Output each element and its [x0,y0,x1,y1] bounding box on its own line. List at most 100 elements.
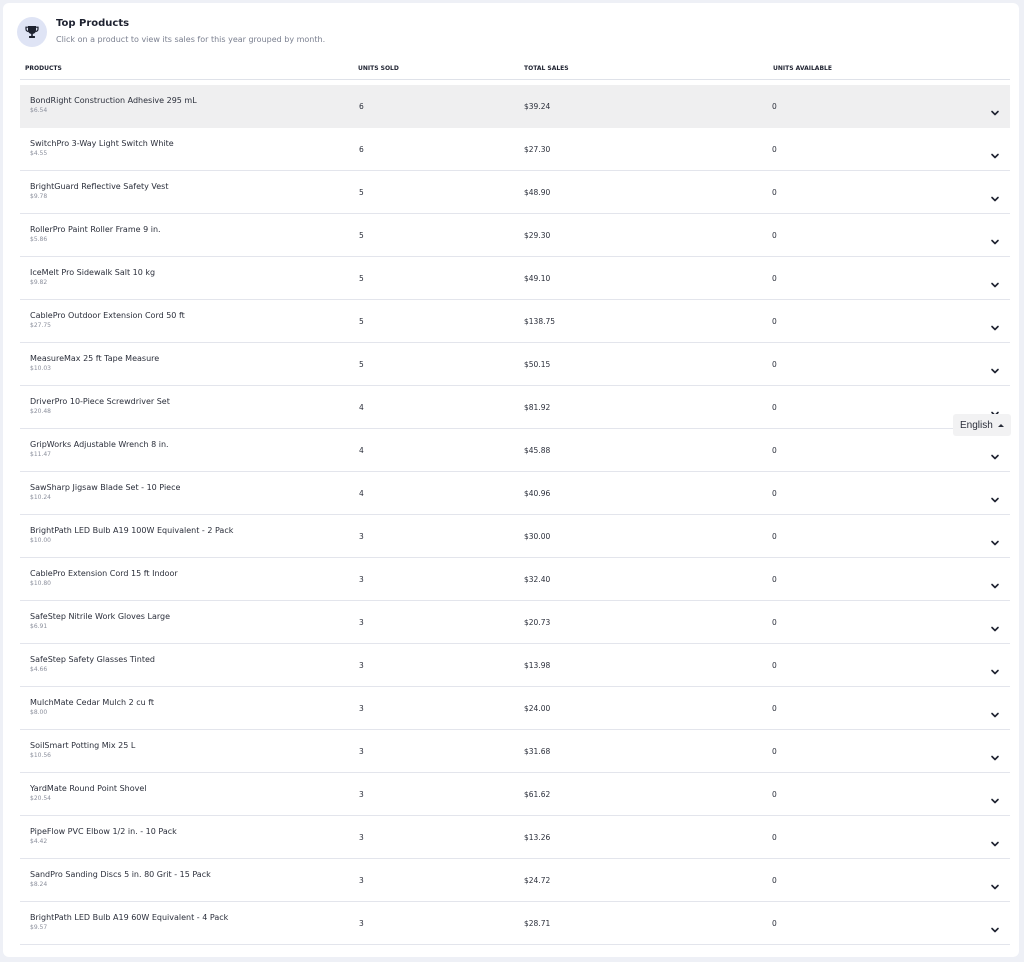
product-name: DriverPro 10-Piece Screwdriver Set [30,397,170,406]
units-sold-value: 6 [359,102,364,111]
chevron-down-icon[interactable] [990,661,1000,675]
table-row[interactable]: GripWorks Adjustable Wrench 8 in. $11.47 4… [20,429,1010,472]
total-sales-value: $24.00 [524,704,551,713]
units-available-value: 0 [772,489,777,498]
chevron-down-icon[interactable] [990,704,1000,718]
product-price: $8.24 [30,881,48,888]
table-row[interactable]: DriverPro 10-Piece Screwdriver Set $20.48… [20,386,1010,429]
table-row[interactable]: SandPro Sanding Discs 5 in. 80 Grit - 15… [20,859,1010,902]
page-subtitle: Click on a product to view its sales for… [56,35,326,44]
chevron-down-icon[interactable] [990,833,1000,847]
table-row[interactable]: CablePro Extension Cord 15 ft Indoor $10.… [20,558,1010,601]
total-sales-value: $13.98 [524,661,551,670]
total-sales-value: $39.24 [524,102,551,111]
total-sales-value: $48.90 [524,188,551,197]
table-header: PRODUCTS UNITS SOLD TOTAL SALES UNITS AV… [20,62,1010,80]
product-name: BondRight Construction Adhesive 295 mL [30,96,197,105]
table-row[interactable]: YardMate Round Point Shovel $20.54 3 $61.62… [20,773,1010,816]
units-sold-value: 4 [359,446,364,455]
product-price: $27.75 [30,322,51,329]
column-header-units-sold: UNITS SOLD [358,65,399,72]
chevron-down-icon[interactable] [990,575,1000,589]
chevron-down-icon[interactable] [990,747,1000,761]
units-available-value: 0 [772,274,777,283]
chevron-down-icon[interactable] [990,446,1000,460]
chevron-down-icon[interactable] [990,876,1000,890]
chevron-down-icon[interactable] [990,188,1000,202]
product-name: BrightPath LED Bulb A19 60W Equivalent -… [30,913,229,922]
table-row[interactable]: IceMelt Pro Sidewalk Salt 10 kg $9.82 5 $49… [20,257,1010,300]
product-name: SandPro Sanding Discs 5 in. 80 Grit - 15… [30,870,211,879]
chevron-down-icon[interactable] [990,790,1000,804]
table-row[interactable]: BrightPath LED Bulb A19 100W Equivalent … [20,515,1010,558]
total-sales-value: $50.15 [524,360,551,369]
column-header-total-sales: TOTAL SALES [524,65,569,72]
product-name: GripWorks Adjustable Wrench 8 in. [30,440,169,449]
caret-up-icon [997,423,1004,427]
chevron-down-icon[interactable] [990,102,1000,116]
chevron-down-icon[interactable] [990,145,1000,159]
units-sold-value: 5 [359,231,364,240]
table-row[interactable]: SoilSmart Potting Mix 25 L $10.56 3 $31.68 0 [20,730,1010,773]
table-row[interactable]: BondRight Construction Adhesive 295 mL $6… [20,85,1010,128]
table-row[interactable]: MeasureMax 25 ft Tape Measure $10.03 5 $50.… [20,343,1010,386]
units-sold-value: 3 [359,833,364,842]
product-name: SwitchPro 3-Way Light Switch White [30,139,174,148]
table-row[interactable]: SwitchPro 3-Way Light Switch White $4.55 6… [20,128,1010,171]
product-price: $9.57 [30,924,48,931]
product-price: $5.86 [30,236,48,243]
product-price: $20.54 [30,795,51,802]
table-row[interactable]: RollerPro Paint Roller Frame 9 in. $5.86 5… [20,214,1010,257]
units-sold-value: 3 [359,661,364,670]
units-available-value: 0 [772,231,777,240]
units-sold-value: 5 [359,360,364,369]
table-row[interactable]: SafeStep Nitrile Work Gloves Large $6.91 3… [20,601,1010,644]
units-available-value: 0 [772,833,777,842]
units-sold-value: 3 [359,919,364,928]
chevron-down-icon[interactable] [990,274,1000,288]
units-sold-value: 3 [359,790,364,799]
product-price: $11.47 [30,451,51,458]
column-header-products: PRODUCTS [25,65,62,72]
total-sales-value: $30.00 [524,532,551,541]
table-row[interactable]: BrightGuard Reflective Safety Vest $9.78 5… [20,171,1010,214]
table-row[interactable]: CablePro Outdoor Extension Cord 50 ft $27… [20,300,1010,343]
chevron-down-icon[interactable] [990,403,1000,417]
product-price: $10.00 [30,537,51,544]
total-sales-value: $61.62 [524,790,551,799]
product-name: CablePro Extension Cord 15 ft Indoor [30,569,178,578]
chevron-down-icon[interactable] [990,532,1000,546]
total-sales-value: $28.71 [524,919,551,928]
product-price: $9.82 [30,279,48,286]
total-sales-value: $45.88 [524,446,551,455]
table-row[interactable]: SafeStep Safety Glasses Tinted $4.66 3 $13.… [20,644,1010,687]
units-available-value: 0 [772,102,777,111]
chevron-down-icon[interactable] [990,360,1000,374]
chevron-down-icon[interactable] [990,919,1000,933]
total-sales-value: $13.26 [524,833,551,842]
product-price: $8.00 [30,709,48,716]
language-selector[interactable]: English [953,414,1011,436]
chevron-down-icon[interactable] [990,618,1000,632]
product-name: SawSharp Jigsaw Blade Set - 10 Piece [30,483,181,492]
product-name: YardMate Round Point Shovel [30,784,147,793]
total-sales-value: $49.10 [524,274,551,283]
table-row[interactable]: PipeFlow PVC Elbow 1/2 in. - 10 Pack $4.4… [20,816,1010,859]
total-sales-value: $81.92 [524,403,551,412]
chevron-down-icon[interactable] [990,489,1000,503]
units-available-value: 0 [772,145,777,154]
chevron-down-icon[interactable] [990,231,1000,245]
total-sales-value: $31.68 [524,747,551,756]
chevron-down-icon[interactable] [990,317,1000,331]
language-label: English [960,419,993,431]
units-available-value: 0 [772,317,777,326]
product-price: $10.80 [30,580,51,587]
units-available-value: 0 [772,446,777,455]
units-sold-value: 3 [359,575,364,584]
units-sold-value: 6 [359,145,364,154]
table-row[interactable]: BrightPath LED Bulb A19 60W Equivalent -… [20,902,1010,945]
column-header-units-available: UNITS AVAILABLE [773,65,832,72]
table-row[interactable]: MulchMate Cedar Mulch 2 cu ft $8.00 3 $24.0… [20,687,1010,730]
table-row[interactable]: SawSharp Jigsaw Blade Set - 10 Piece $10.… [20,472,1010,515]
units-available-value: 0 [772,188,777,197]
